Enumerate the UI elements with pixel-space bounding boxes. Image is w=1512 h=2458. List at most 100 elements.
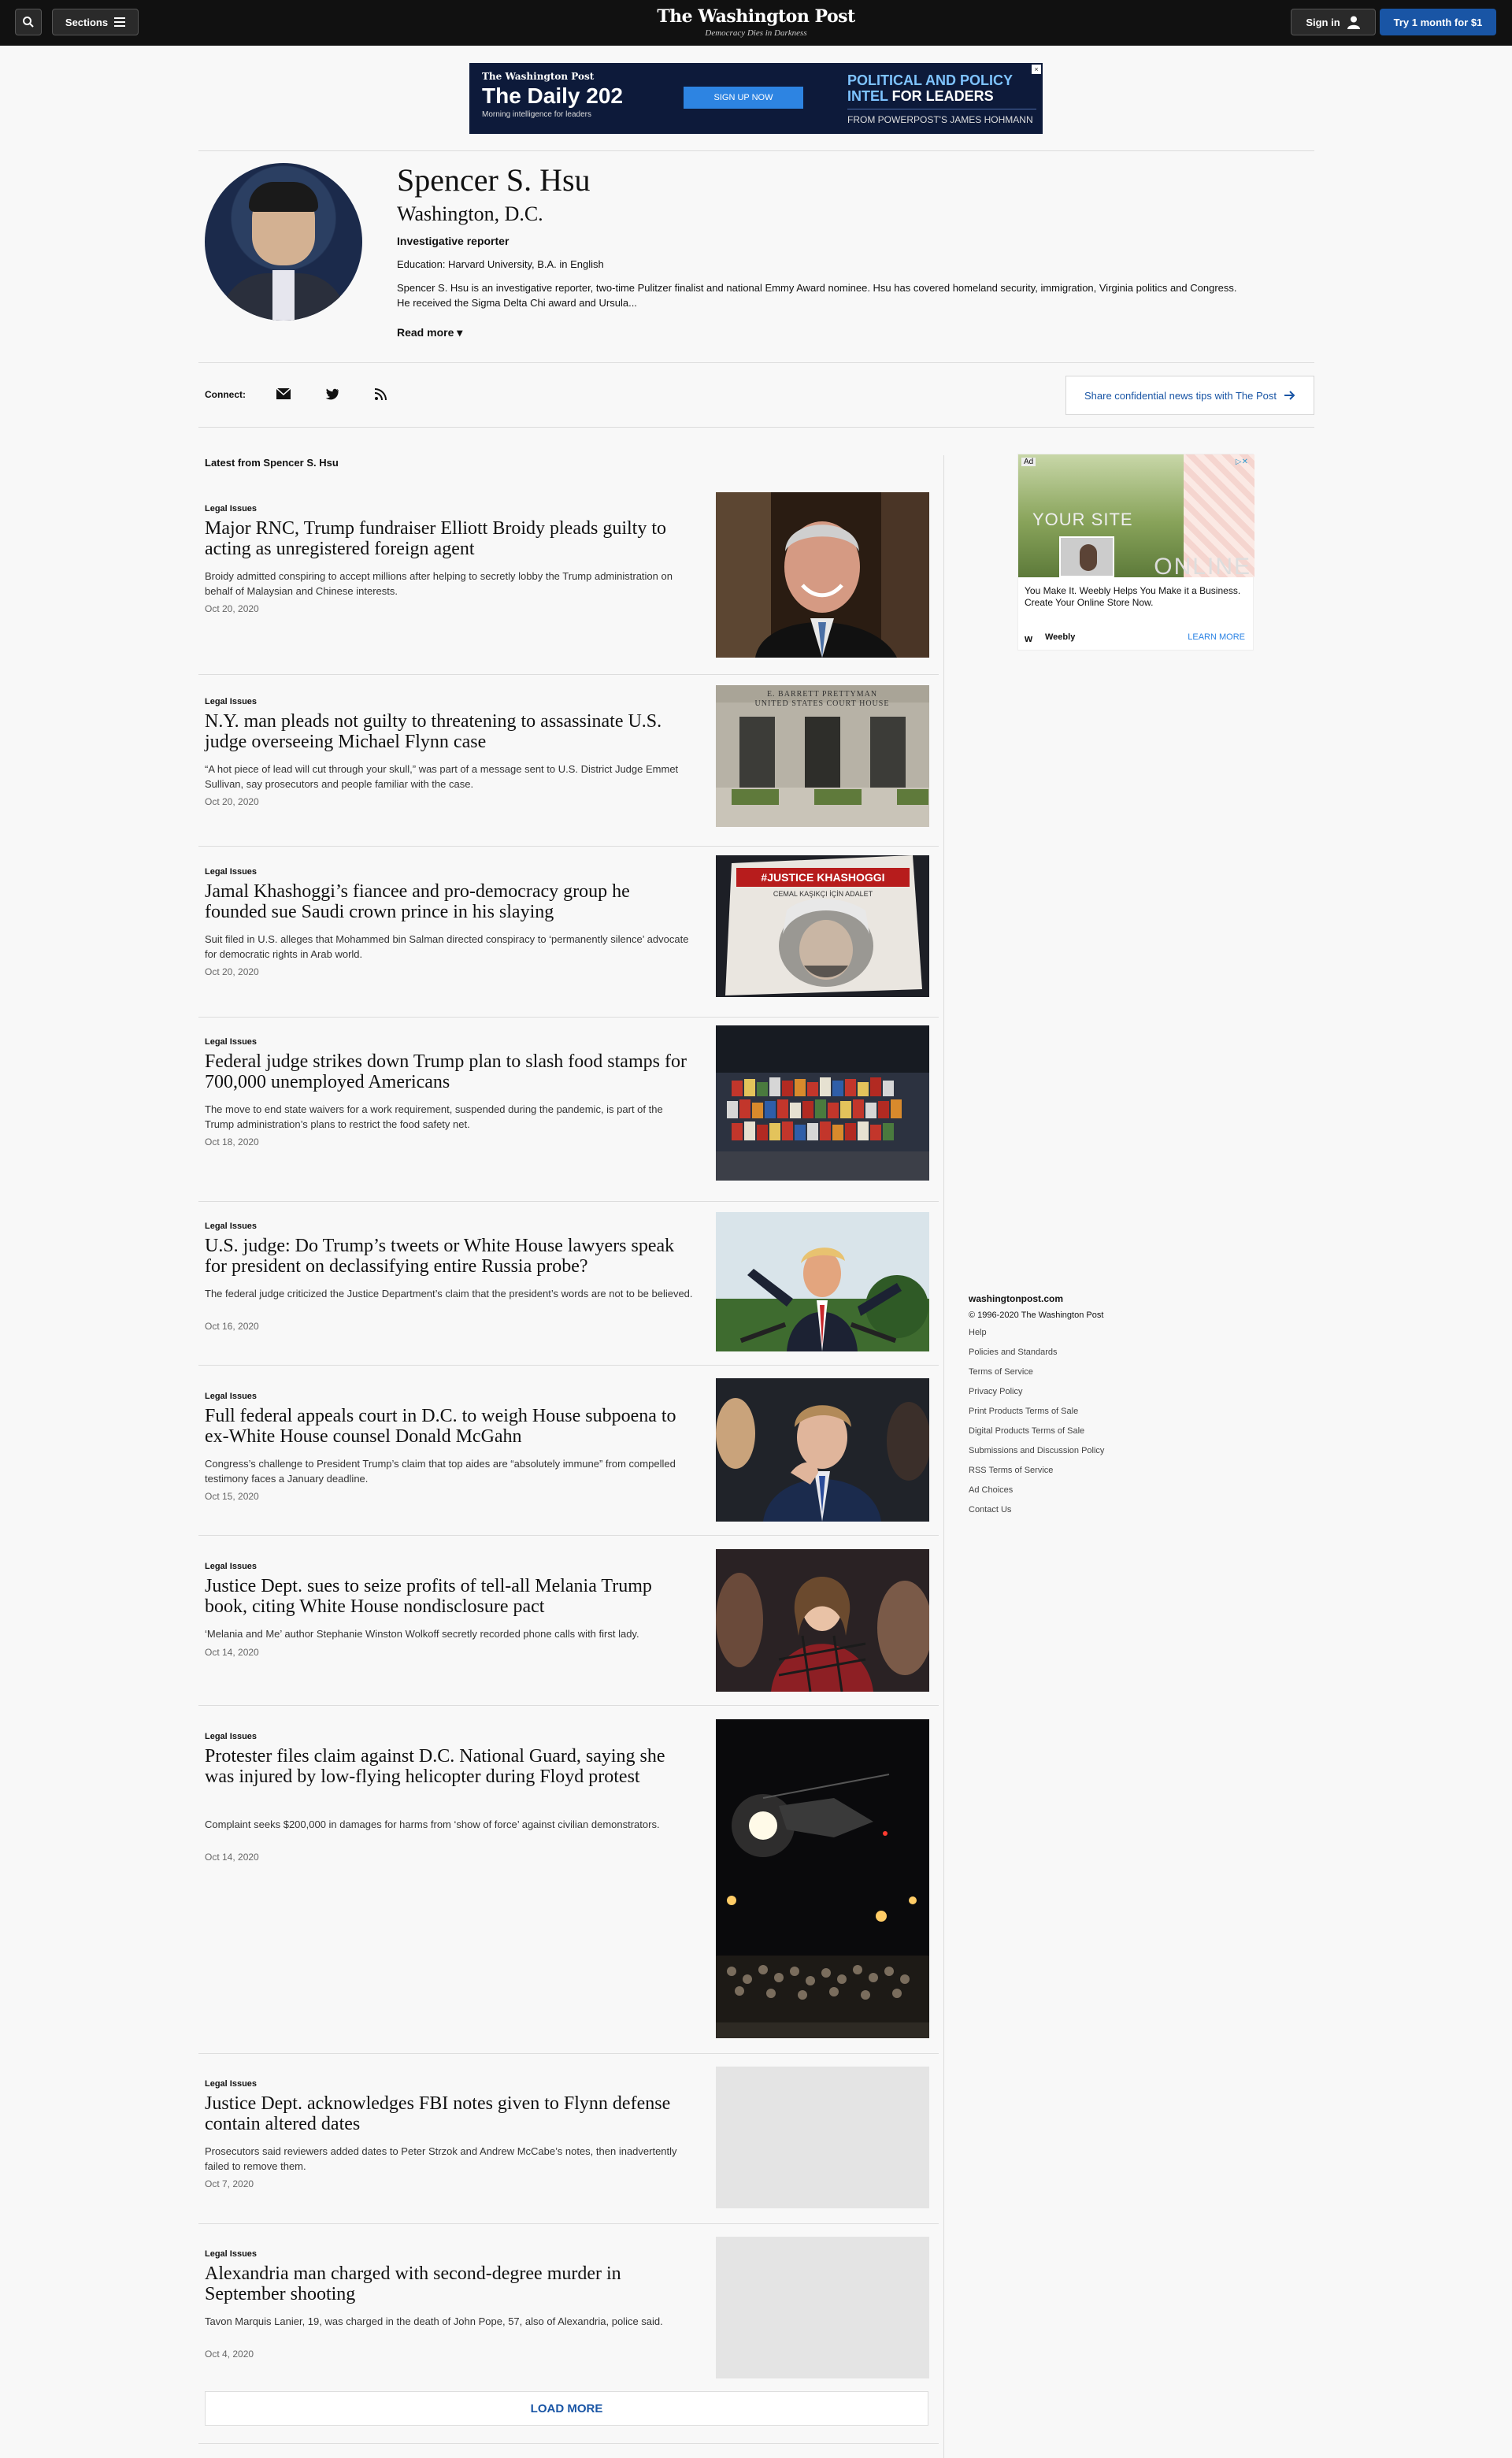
article-kicker[interactable]: Legal Issues xyxy=(205,1222,257,1231)
article-item[interactable]: Legal Issues N.Y. man pleads not guilty … xyxy=(205,685,929,839)
ad-byline: FROM POWERPOST'S JAMES HOHMANN xyxy=(847,109,1036,125)
weebly-logo-icon: w xyxy=(1025,632,1033,644)
article-headline[interactable]: Alexandria man charged with second-degre… xyxy=(205,2263,693,2304)
footer-link-print-terms[interactable]: Print Products Terms of Sale xyxy=(969,1405,1104,1425)
ad-choices-icon[interactable]: ▷✕ xyxy=(1236,458,1248,466)
article-thumbnail[interactable] xyxy=(716,1212,929,1351)
article-kicker[interactable]: Legal Issues xyxy=(205,867,257,877)
divider xyxy=(198,362,1314,363)
footer-link-ad-choices[interactable]: Ad Choices xyxy=(969,1484,1104,1503)
article-headline[interactable]: Protester files claim against D.C. Natio… xyxy=(205,1746,693,1787)
author-bio: Spencer S. Hsu is an investigative repor… xyxy=(397,282,1237,309)
daily-202-ad-banner[interactable]: × The Washington Post The Daily 202 Morn… xyxy=(469,63,1043,134)
article-thumbnail[interactable] xyxy=(716,1378,929,1522)
article-kicker[interactable]: Legal Issues xyxy=(205,697,257,706)
divider xyxy=(198,1705,939,1706)
article-blurb: Congress’s challenge to President Trump’… xyxy=(205,1458,676,1485)
search-button[interactable] xyxy=(15,9,42,35)
article-item[interactable]: Legal Issues U.S. judge: Do Trump’s twee… xyxy=(205,1212,929,1371)
sign-in-button[interactable]: Sign in xyxy=(1291,9,1376,35)
divider xyxy=(198,2053,939,2054)
article-headline[interactable]: Justice Dept. acknowledges FBI notes giv… xyxy=(205,2093,693,2134)
article-date: Oct 16, 2020 xyxy=(205,1321,259,1332)
article-headline[interactable]: Federal judge strikes down Trump plan to… xyxy=(205,1051,693,1092)
author-role: Investigative reporter xyxy=(397,235,510,247)
article-thumbnail[interactable]: #JUSTICE KHASHOGGI CEMAL KAŞIKÇI İÇİN AD… xyxy=(716,855,929,997)
load-more-button[interactable]: LOAD MORE xyxy=(205,2391,928,2426)
footer-link-contact[interactable]: Contact Us xyxy=(969,1503,1104,1523)
article-thumbnail-placeholder[interactable] xyxy=(716,2237,929,2378)
ad-brand: Weebly xyxy=(1045,632,1076,642)
article-headline[interactable]: Major RNC, Trump fundraiser Elliott Broi… xyxy=(205,518,693,559)
article-headline[interactable]: Jamal Khashoggi’s fiancee and pro-democr… xyxy=(205,881,693,922)
article-date: Oct 7, 2020 xyxy=(205,2178,254,2189)
ad-image: YOUR SITE ONLINE xyxy=(1018,454,1254,580)
logo-wordmark: The Washington Post xyxy=(657,6,855,27)
courthouse-sign-text: E. BARRETT PRETTYMAN xyxy=(767,690,877,699)
footer-link-privacy[interactable]: Privacy Policy xyxy=(969,1385,1104,1405)
ad-headline-line2: INTEL FOR LEADERS xyxy=(847,88,1036,104)
courthouse-sign-text: UNITED STATES COURT HOUSE xyxy=(755,699,890,708)
article-thumbnail[interactable] xyxy=(716,492,929,658)
article-kicker[interactable]: Legal Issues xyxy=(205,1392,257,1401)
share-tips-button[interactable]: Share confidential news tips with The Po… xyxy=(1065,376,1314,415)
footer-link-terms[interactable]: Terms of Service xyxy=(969,1366,1104,1385)
email-link[interactable] xyxy=(274,384,293,403)
article-headline[interactable]: N.Y. man pleads not guilty to threatenin… xyxy=(205,711,693,752)
article-thumbnail[interactable]: E. BARRETT PRETTYMAN UNITED STATES COURT… xyxy=(716,685,929,827)
ad-copy: You Make It. Weebly Helps You Make it a … xyxy=(1025,585,1241,608)
article-kicker[interactable]: Legal Issues xyxy=(205,1732,257,1741)
article-thumbnail[interactable] xyxy=(716,1025,929,1181)
article-date: Oct 14, 2020 xyxy=(205,1852,259,1863)
article-item[interactable]: Legal Issues Major RNC, Trump fundraiser… xyxy=(205,492,929,662)
ad-signup-button[interactable]: SIGN UP NOW xyxy=(684,87,803,109)
sections-menu-button[interactable]: Sections xyxy=(52,9,139,35)
article-headline[interactable]: Justice Dept. sues to seize profits of t… xyxy=(205,1576,693,1617)
article-item[interactable]: Legal Issues Protester files claim again… xyxy=(205,1719,929,2055)
article-kicker[interactable]: Legal Issues xyxy=(205,2249,257,2259)
article-thumbnail-placeholder[interactable] xyxy=(716,2067,929,2208)
article-kicker[interactable]: Legal Issues xyxy=(205,1562,257,1571)
twitter-link[interactable] xyxy=(322,384,341,403)
ad-image-text: YOUR SITE xyxy=(1032,510,1133,529)
ad-headline-line1: POLITICAL AND POLICY xyxy=(847,72,1014,88)
twitter-icon xyxy=(325,388,339,399)
article-item[interactable]: Legal Issues Justice Dept. acknowledges … xyxy=(205,2067,929,2221)
read-more-label: Read more xyxy=(397,326,454,339)
article-item[interactable]: Legal Issues Alexandria man charged with… xyxy=(205,2237,929,2391)
article-kicker[interactable]: Legal Issues xyxy=(205,1037,257,1047)
sign-in-label: Sign in xyxy=(1306,16,1340,28)
article-headline[interactable]: U.S. judge: Do Trump’s tweets or White H… xyxy=(205,1236,693,1277)
article-thumbnail[interactable] xyxy=(716,1719,929,2038)
footer-link-help[interactable]: Help xyxy=(969,1326,1104,1346)
hamburger-icon xyxy=(114,17,126,27)
footer-links: washingtonpost.com © 1996-2020 The Washi… xyxy=(969,1293,1104,1523)
article-item[interactable]: Legal Issues Full federal appeals court … xyxy=(205,1378,929,1541)
article-kicker[interactable]: Legal Issues xyxy=(205,2079,257,2089)
article-blurb: Broidy admitted conspiring to accept mil… xyxy=(205,570,673,597)
ad-title: The Daily 202 xyxy=(482,83,623,108)
article-thumbnail[interactable] xyxy=(716,1549,929,1692)
ad-headline-rest: FOR LEADERS xyxy=(888,88,994,104)
weebly-sidebar-ad[interactable]: YOUR SITE ONLINE Ad ▷✕ You Make It. Weeb… xyxy=(1017,454,1254,651)
footer-link-rss-terms[interactable]: RSS Terms of Service xyxy=(969,1464,1104,1484)
article-item[interactable]: Legal Issues Justice Dept. sues to seize… xyxy=(205,1549,929,1711)
subscribe-button[interactable]: Try 1 month for $1 xyxy=(1380,9,1496,35)
site-logo[interactable]: The Washington Post Democracy Dies in Da… xyxy=(598,6,914,38)
divider xyxy=(198,846,939,847)
rss-icon xyxy=(374,387,387,400)
footer-link-submissions[interactable]: Submissions and Discussion Policy xyxy=(969,1444,1104,1464)
footer-link-digital-terms[interactable]: Digital Products Terms of Sale xyxy=(969,1425,1104,1444)
article-item[interactable]: Legal Issues Jamal Khashoggi’s fiancee a… xyxy=(205,855,929,1009)
article-headline[interactable]: Full federal appeals court in D.C. to we… xyxy=(205,1406,693,1447)
divider xyxy=(198,2223,939,2224)
author-location: Washington, D.C. xyxy=(397,202,543,225)
ad-learn-more-link[interactable]: LEARN MORE xyxy=(1188,632,1245,642)
footer-link-policies[interactable]: Policies and Standards xyxy=(969,1346,1104,1366)
article-item[interactable]: Legal Issues Federal judge strikes down … xyxy=(205,1025,929,1195)
article-blurb: Suit filed in U.S. alleges that Mohammed… xyxy=(205,933,689,960)
article-date: Oct 15, 2020 xyxy=(205,1491,259,1502)
rss-link[interactable] xyxy=(371,384,390,403)
article-kicker[interactable]: Legal Issues xyxy=(205,504,257,513)
read-more-button[interactable]: Read more ▾ xyxy=(397,326,462,339)
